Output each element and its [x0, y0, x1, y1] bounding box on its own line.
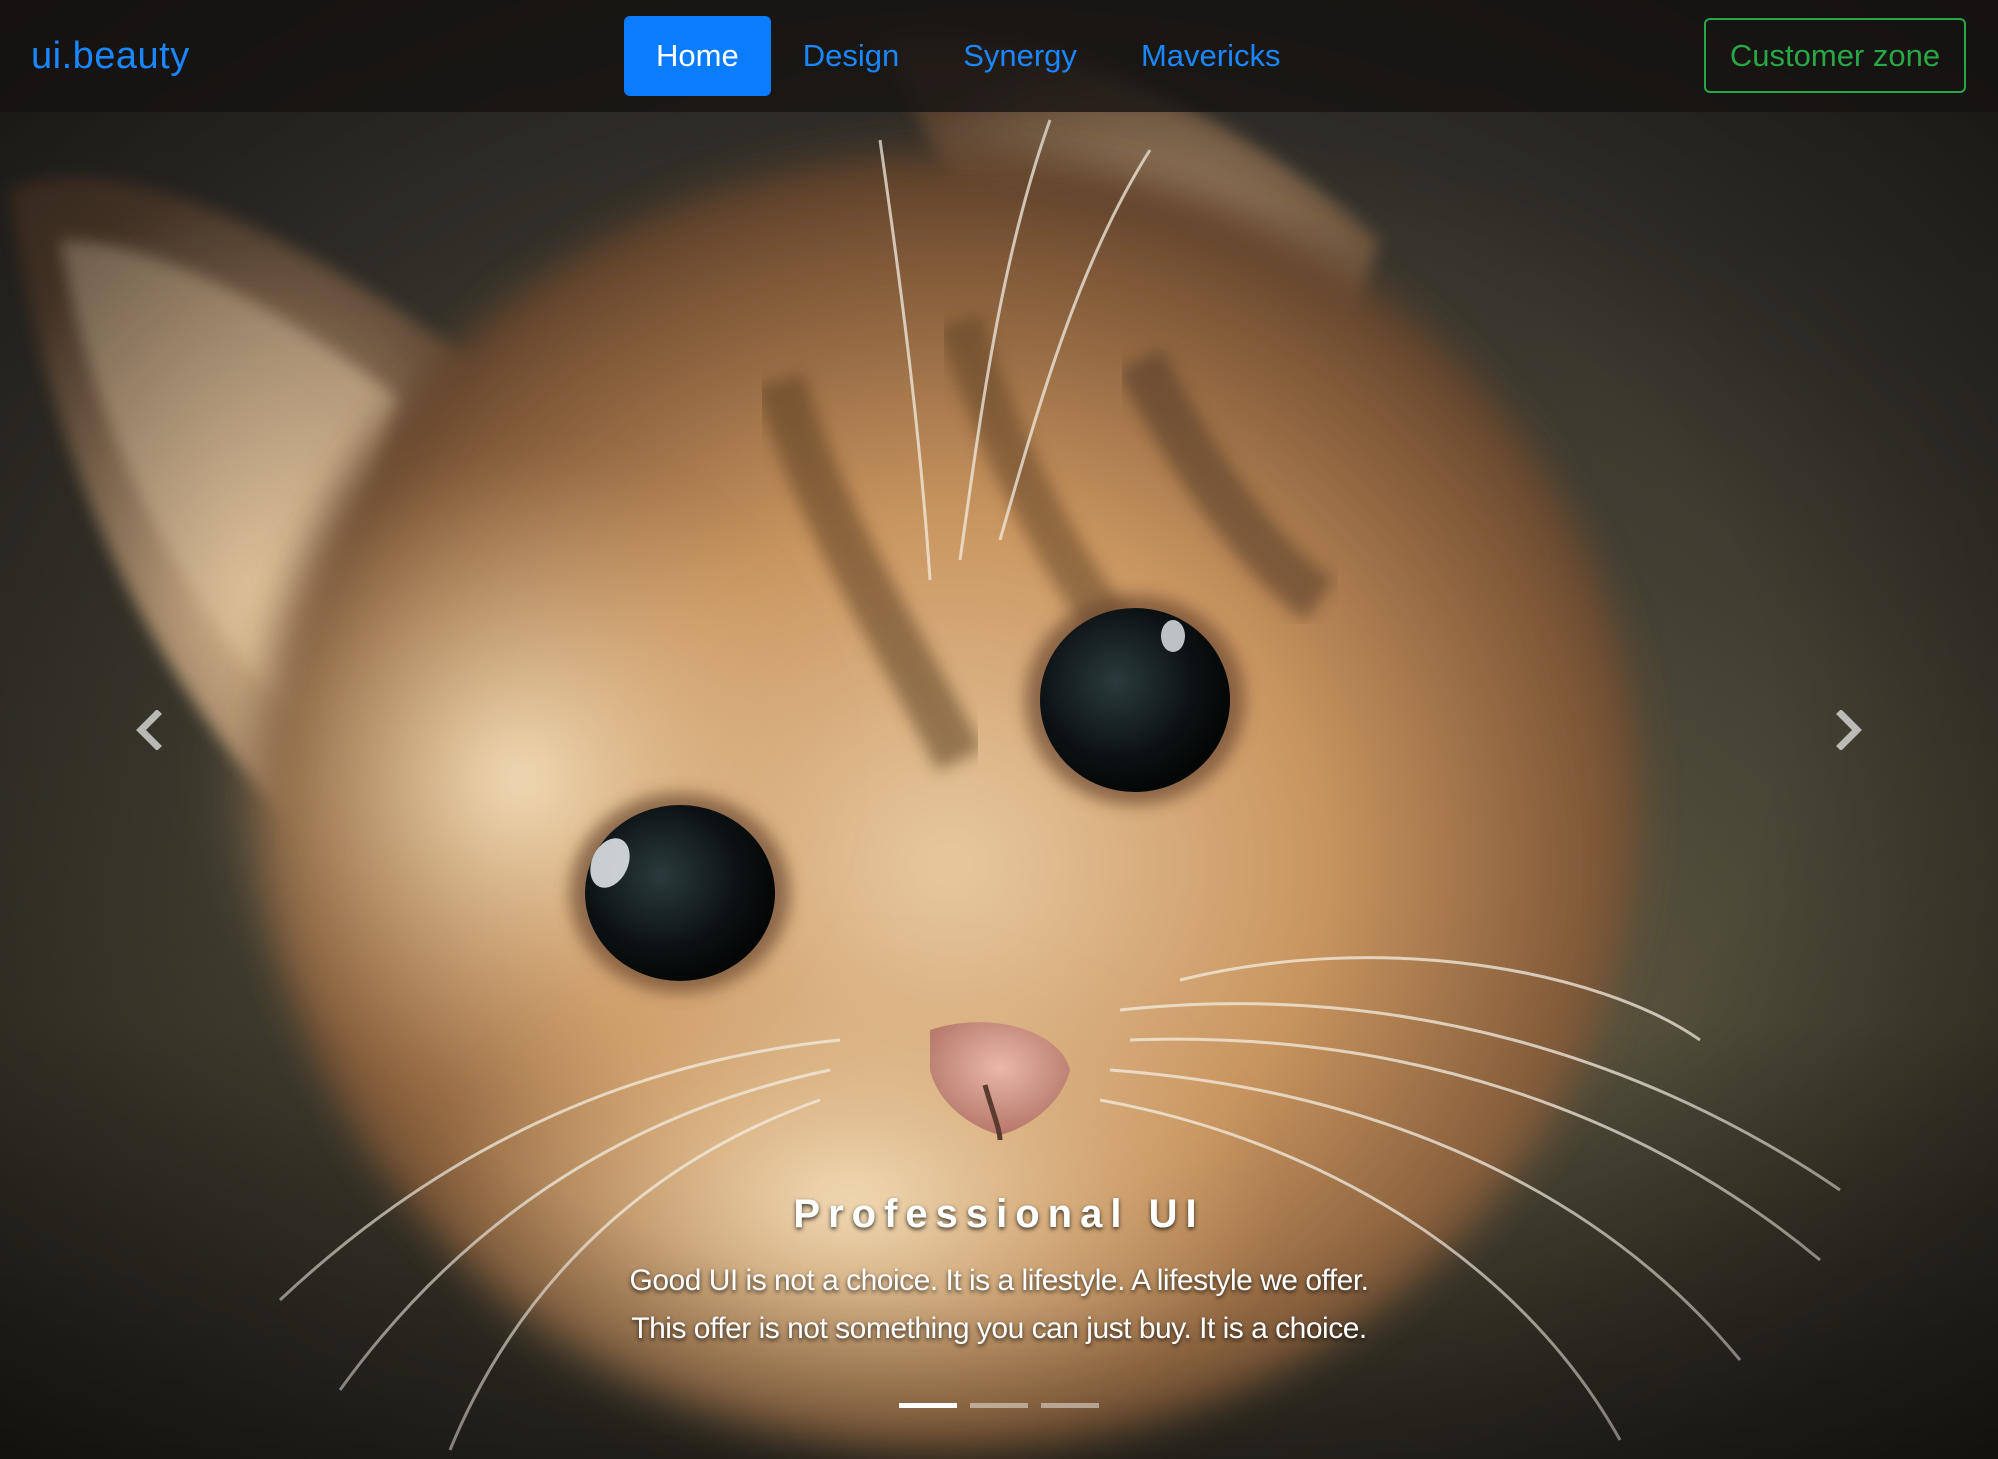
- navbar: ui.beauty Home Design Synergy Mavericks …: [0, 0, 1998, 112]
- caption-title: Professional UI: [793, 1192, 1205, 1236]
- caption-text: Good UI is not a choice. It is a lifesty…: [499, 1257, 1499, 1353]
- brand-logo[interactable]: ui.beauty: [31, 32, 190, 80]
- carousel-caption: Professional UI Good UI is not a choice.…: [0, 1185, 1998, 1353]
- carousel-prev-button[interactable]: [120, 700, 180, 760]
- customer-zone-button[interactable]: Customer zone: [1704, 18, 1966, 93]
- nav-item-synergy[interactable]: Synergy: [931, 16, 1109, 96]
- carousel-indicator-1[interactable]: [899, 1403, 957, 1408]
- carousel-indicator-3[interactable]: [1041, 1403, 1099, 1408]
- main-nav: Home Design Synergy Mavericks: [624, 16, 1312, 96]
- carousel-indicators: [0, 1403, 1998, 1408]
- caption-line-2: This offer is not something you can just…: [631, 1312, 1367, 1345]
- caption-line-1: Good UI is not a choice. It is a lifesty…: [629, 1264, 1370, 1297]
- chevron-right-icon: [1836, 710, 1862, 750]
- nav-item-mavericks[interactable]: Mavericks: [1109, 16, 1313, 96]
- carousel-indicator-2[interactable]: [970, 1403, 1028, 1408]
- carousel-next-button[interactable]: [1818, 700, 1878, 760]
- chevron-left-icon: [136, 710, 162, 750]
- nav-item-home[interactable]: Home: [624, 16, 771, 96]
- page: ui.beauty Home Design Synergy Mavericks …: [0, 0, 1998, 1459]
- nav-item-design[interactable]: Design: [771, 16, 932, 96]
